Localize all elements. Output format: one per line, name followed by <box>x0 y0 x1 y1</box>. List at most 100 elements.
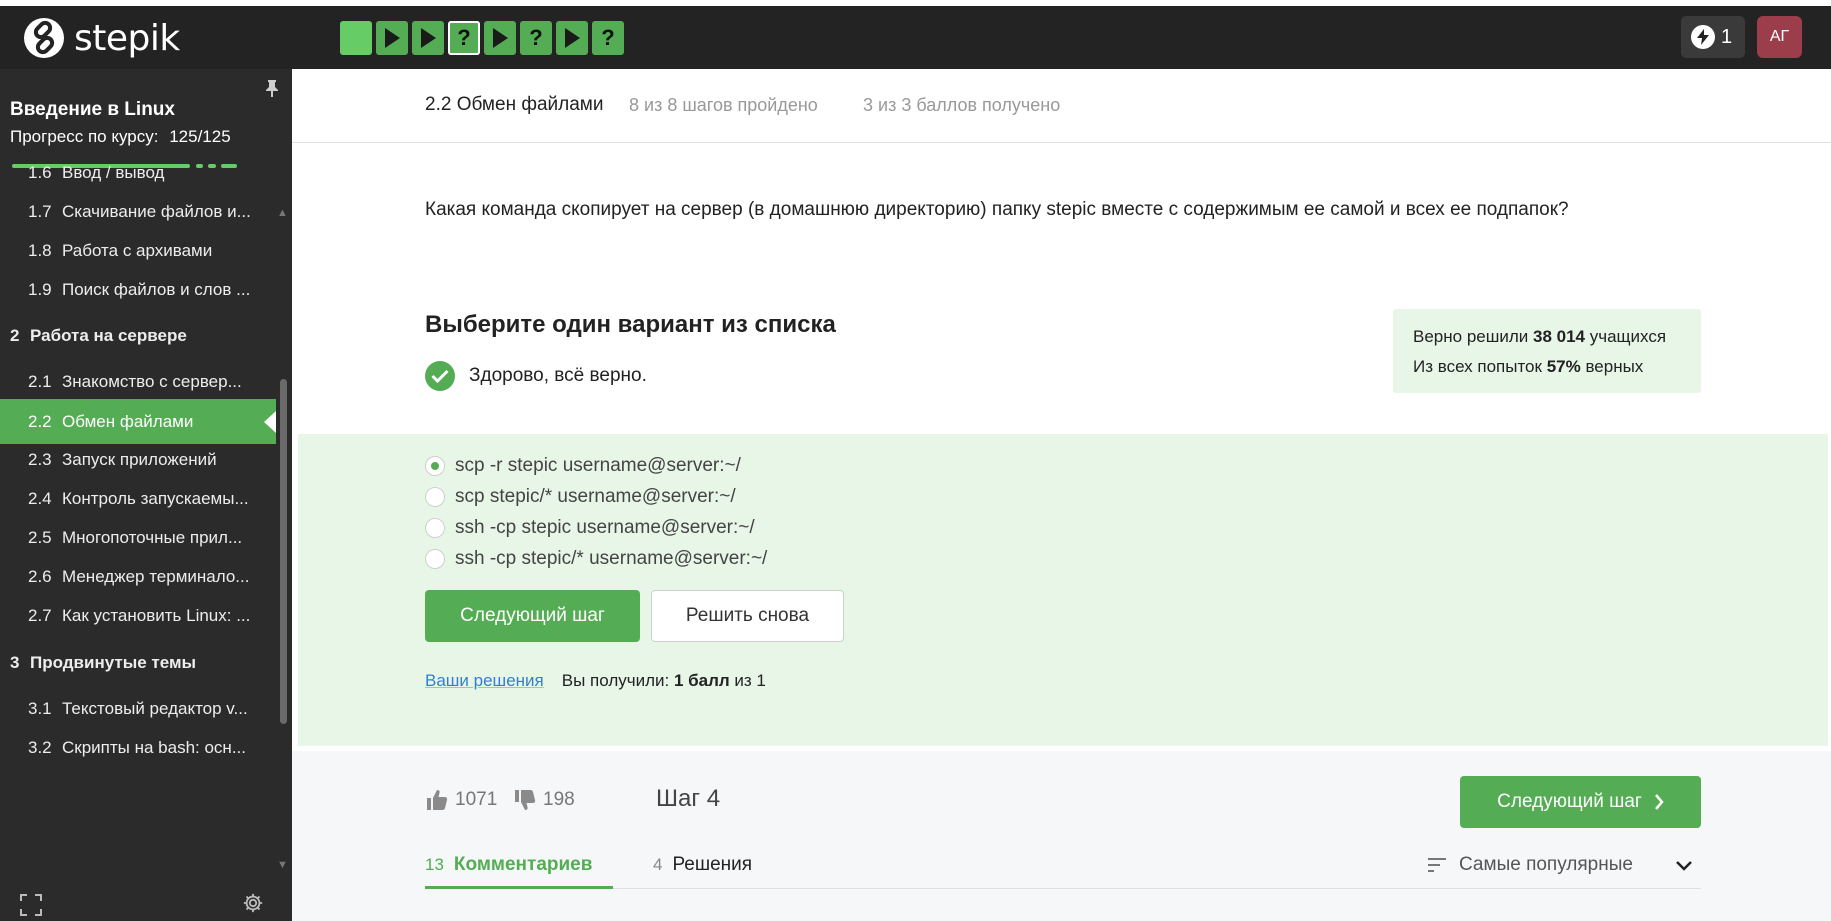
sidebar-item-number: 2.6 <box>28 566 52 586</box>
quiz-instruction: Выберите один вариант из списка <box>425 311 836 338</box>
lesson-steps-progress: 8 из 8 шагов пройдено <box>629 95 818 115</box>
sidebar-item-label: Как установить Linux: ... <box>62 605 251 625</box>
play-icon <box>385 28 400 48</box>
sidebar-section[interactable]: 2 Работа на сервере <box>0 313 276 358</box>
header-divider <box>292 142 1831 143</box>
top-bar: stepik ??? 1 АГ <box>0 6 1831 69</box>
step-7-play[interactable] <box>556 21 588 55</box>
sidebar-item-number: 2.5 <box>28 527 52 547</box>
step-2-play[interactable] <box>376 21 408 55</box>
step-8-question[interactable]: ? <box>592 21 624 55</box>
sidebar-item-label: Обмен файлами <box>62 411 194 431</box>
stats-solved: Верно решили 38 014 учащихся <box>1413 327 1667 346</box>
next-step-button-footer[interactable]: Следующий шаг <box>1460 776 1701 828</box>
lightning-icon <box>1691 25 1715 49</box>
solve-again-button[interactable]: Решить снова <box>651 590 844 642</box>
chevron-down-icon[interactable] <box>1675 859 1693 877</box>
sort-dropdown[interactable]: Самые популярные <box>1427 854 1633 876</box>
likes-count: 1071 <box>455 789 498 810</box>
play-icon <box>421 28 436 48</box>
sidebar-item-label: Контроль запускаемы... <box>62 488 249 508</box>
lesson-steps-bar: ??? <box>340 21 624 55</box>
tab-comments[interactable]: 13 Комментариев <box>425 854 592 876</box>
stepik-logo[interactable]: stepik <box>24 16 180 60</box>
pin-icon[interactable] <box>265 79 279 102</box>
sidebar-item-label: Ввод / вывод <box>62 162 165 182</box>
course-sidebar: Введение в Linux Прогресс по курсу: 125/… <box>0 69 292 921</box>
fullscreen-icon[interactable] <box>20 894 42 921</box>
sidebar-item-label: Скрипты на bash: осн... <box>62 737 246 757</box>
sort-label: Самые популярные <box>1459 854 1633 875</box>
lesson-score: 3 из 3 баллов получено <box>863 95 1061 115</box>
radio-button[interactable] <box>425 518 445 538</box>
checkmark-icon <box>425 361 455 391</box>
tab-solutions-label: Решения <box>672 854 753 875</box>
course-title[interactable]: Введение в Linux <box>10 99 175 121</box>
sidebar-scrollbar[interactable] <box>280 379 287 724</box>
thumbs-down-icon <box>515 790 536 810</box>
sidebar-item-lesson[interactable]: 3.2 Скрипты на bash: осн... <box>0 725 276 770</box>
sidebar-item-lesson[interactable]: 2.1 Знакомство с сервер... <box>0 359 276 404</box>
step-number: Шаг 4 <box>656 785 721 812</box>
tab-solutions[interactable]: 4 Решения <box>653 854 752 876</box>
radio-button[interactable] <box>425 549 445 569</box>
sidebar-item-label: Запуск приложений <box>62 449 217 469</box>
radio-button[interactable] <box>425 487 445 507</box>
step-footer: 1071 198 Шаг 4 Следующий шаг 13 Коммента… <box>292 751 1831 921</box>
question-mark-icon: ? <box>529 25 543 50</box>
next-step-button[interactable]: Следующий шаг <box>425 590 640 642</box>
answer-option-label: scp stepic/* username@server:~/ <box>455 486 736 507</box>
feedback-text: Здорово, всё верно. <box>469 365 647 386</box>
like-button[interactable]: 1071 <box>425 788 497 812</box>
answer-option[interactable]: scp stepic/* username@server:~/ <box>425 486 736 508</box>
thumbs-up-icon <box>427 790 448 810</box>
stepik-logo-text: stepik <box>74 17 180 59</box>
sidebar-item-label: Знакомство с сервер... <box>62 371 242 391</box>
solve-stats: Верно решили 38 014 учащихся Из всех поп… <box>1393 309 1701 393</box>
answer-option-label: ssh -cp stepic username@server:~/ <box>455 517 755 538</box>
answer-option-label: ssh -cp stepic/* username@server:~/ <box>455 548 768 569</box>
energy-counter[interactable]: 1 <box>1681 16 1745 58</box>
step-3-play[interactable] <box>412 21 444 55</box>
dislike-button[interactable]: 198 <box>513 788 575 812</box>
sidebar-item-label: Поиск файлов и слов ... <box>62 279 251 299</box>
user-avatar[interactable]: АГ <box>1757 16 1802 58</box>
comments-count: 13 <box>425 855 444 874</box>
energy-count: 1 <box>1721 25 1733 48</box>
answer-option[interactable]: scp -r stepic username@server:~/ <box>425 455 741 477</box>
sidebar-item-number: 2 <box>10 325 20 345</box>
course-progress-label: Прогресс по курсу: <box>10 127 159 146</box>
page-root: stepik ??? 1 АГ Введение в Linux Прогрес… <box>0 0 1831 921</box>
sidebar-item-label: Работа на сервере <box>30 325 187 345</box>
lesson-title: 2.2 Обмен файлами <box>425 94 604 115</box>
main-content: 2.2 Обмен файлами 8 из 8 шагов пройдено … <box>292 69 1831 921</box>
radio-button[interactable] <box>425 456 445 476</box>
question-text: Какая команда скопирует на сервер (в дом… <box>425 199 1569 220</box>
step-6-question[interactable]: ? <box>520 21 552 55</box>
play-icon <box>565 28 580 48</box>
answer-option[interactable]: ssh -cp stepic/* username@server:~/ <box>425 548 767 570</box>
sidebar-section[interactable]: 3 Продвинутые темы <box>0 640 276 685</box>
step-1-video[interactable] <box>340 21 372 55</box>
scroll-down-icon[interactable]: ▼ <box>277 859 288 871</box>
sidebar-item-number: 1.9 <box>28 279 52 299</box>
scroll-up-icon[interactable]: ▲ <box>277 207 288 219</box>
sidebar-item-number: 1.6 <box>28 162 52 182</box>
sidebar-item-label: Продвинутые темы <box>30 652 197 672</box>
sidebar-item-label: Работа с архивами <box>62 240 213 260</box>
solutions-count: 4 <box>653 855 663 874</box>
gear-icon[interactable] <box>242 892 264 919</box>
answer-option[interactable]: ssh -cp stepic username@server:~/ <box>425 517 755 539</box>
play-icon <box>493 28 508 48</box>
sidebar-item-number: 2.1 <box>28 371 52 391</box>
received-score: Вы получили: 1 балл из 1 <box>561 671 766 690</box>
your-solutions-link[interactable]: Ваши решения <box>425 671 544 691</box>
sidebar-item-lesson[interactable]: 1.9 Поиск файлов и слов ... <box>0 267 276 312</box>
step-5-play[interactable] <box>484 21 516 55</box>
sidebar-item-number: 2.3 <box>28 449 52 469</box>
active-tab-indicator <box>425 886 613 889</box>
sidebar-item-lesson[interactable]: 2.7 Как установить Linux: ... <box>0 593 276 638</box>
sidebar-item-label: Скачивание файлов и... <box>62 201 251 221</box>
tabs-divider <box>425 888 1701 889</box>
step-4-question[interactable]: ? <box>448 21 480 55</box>
